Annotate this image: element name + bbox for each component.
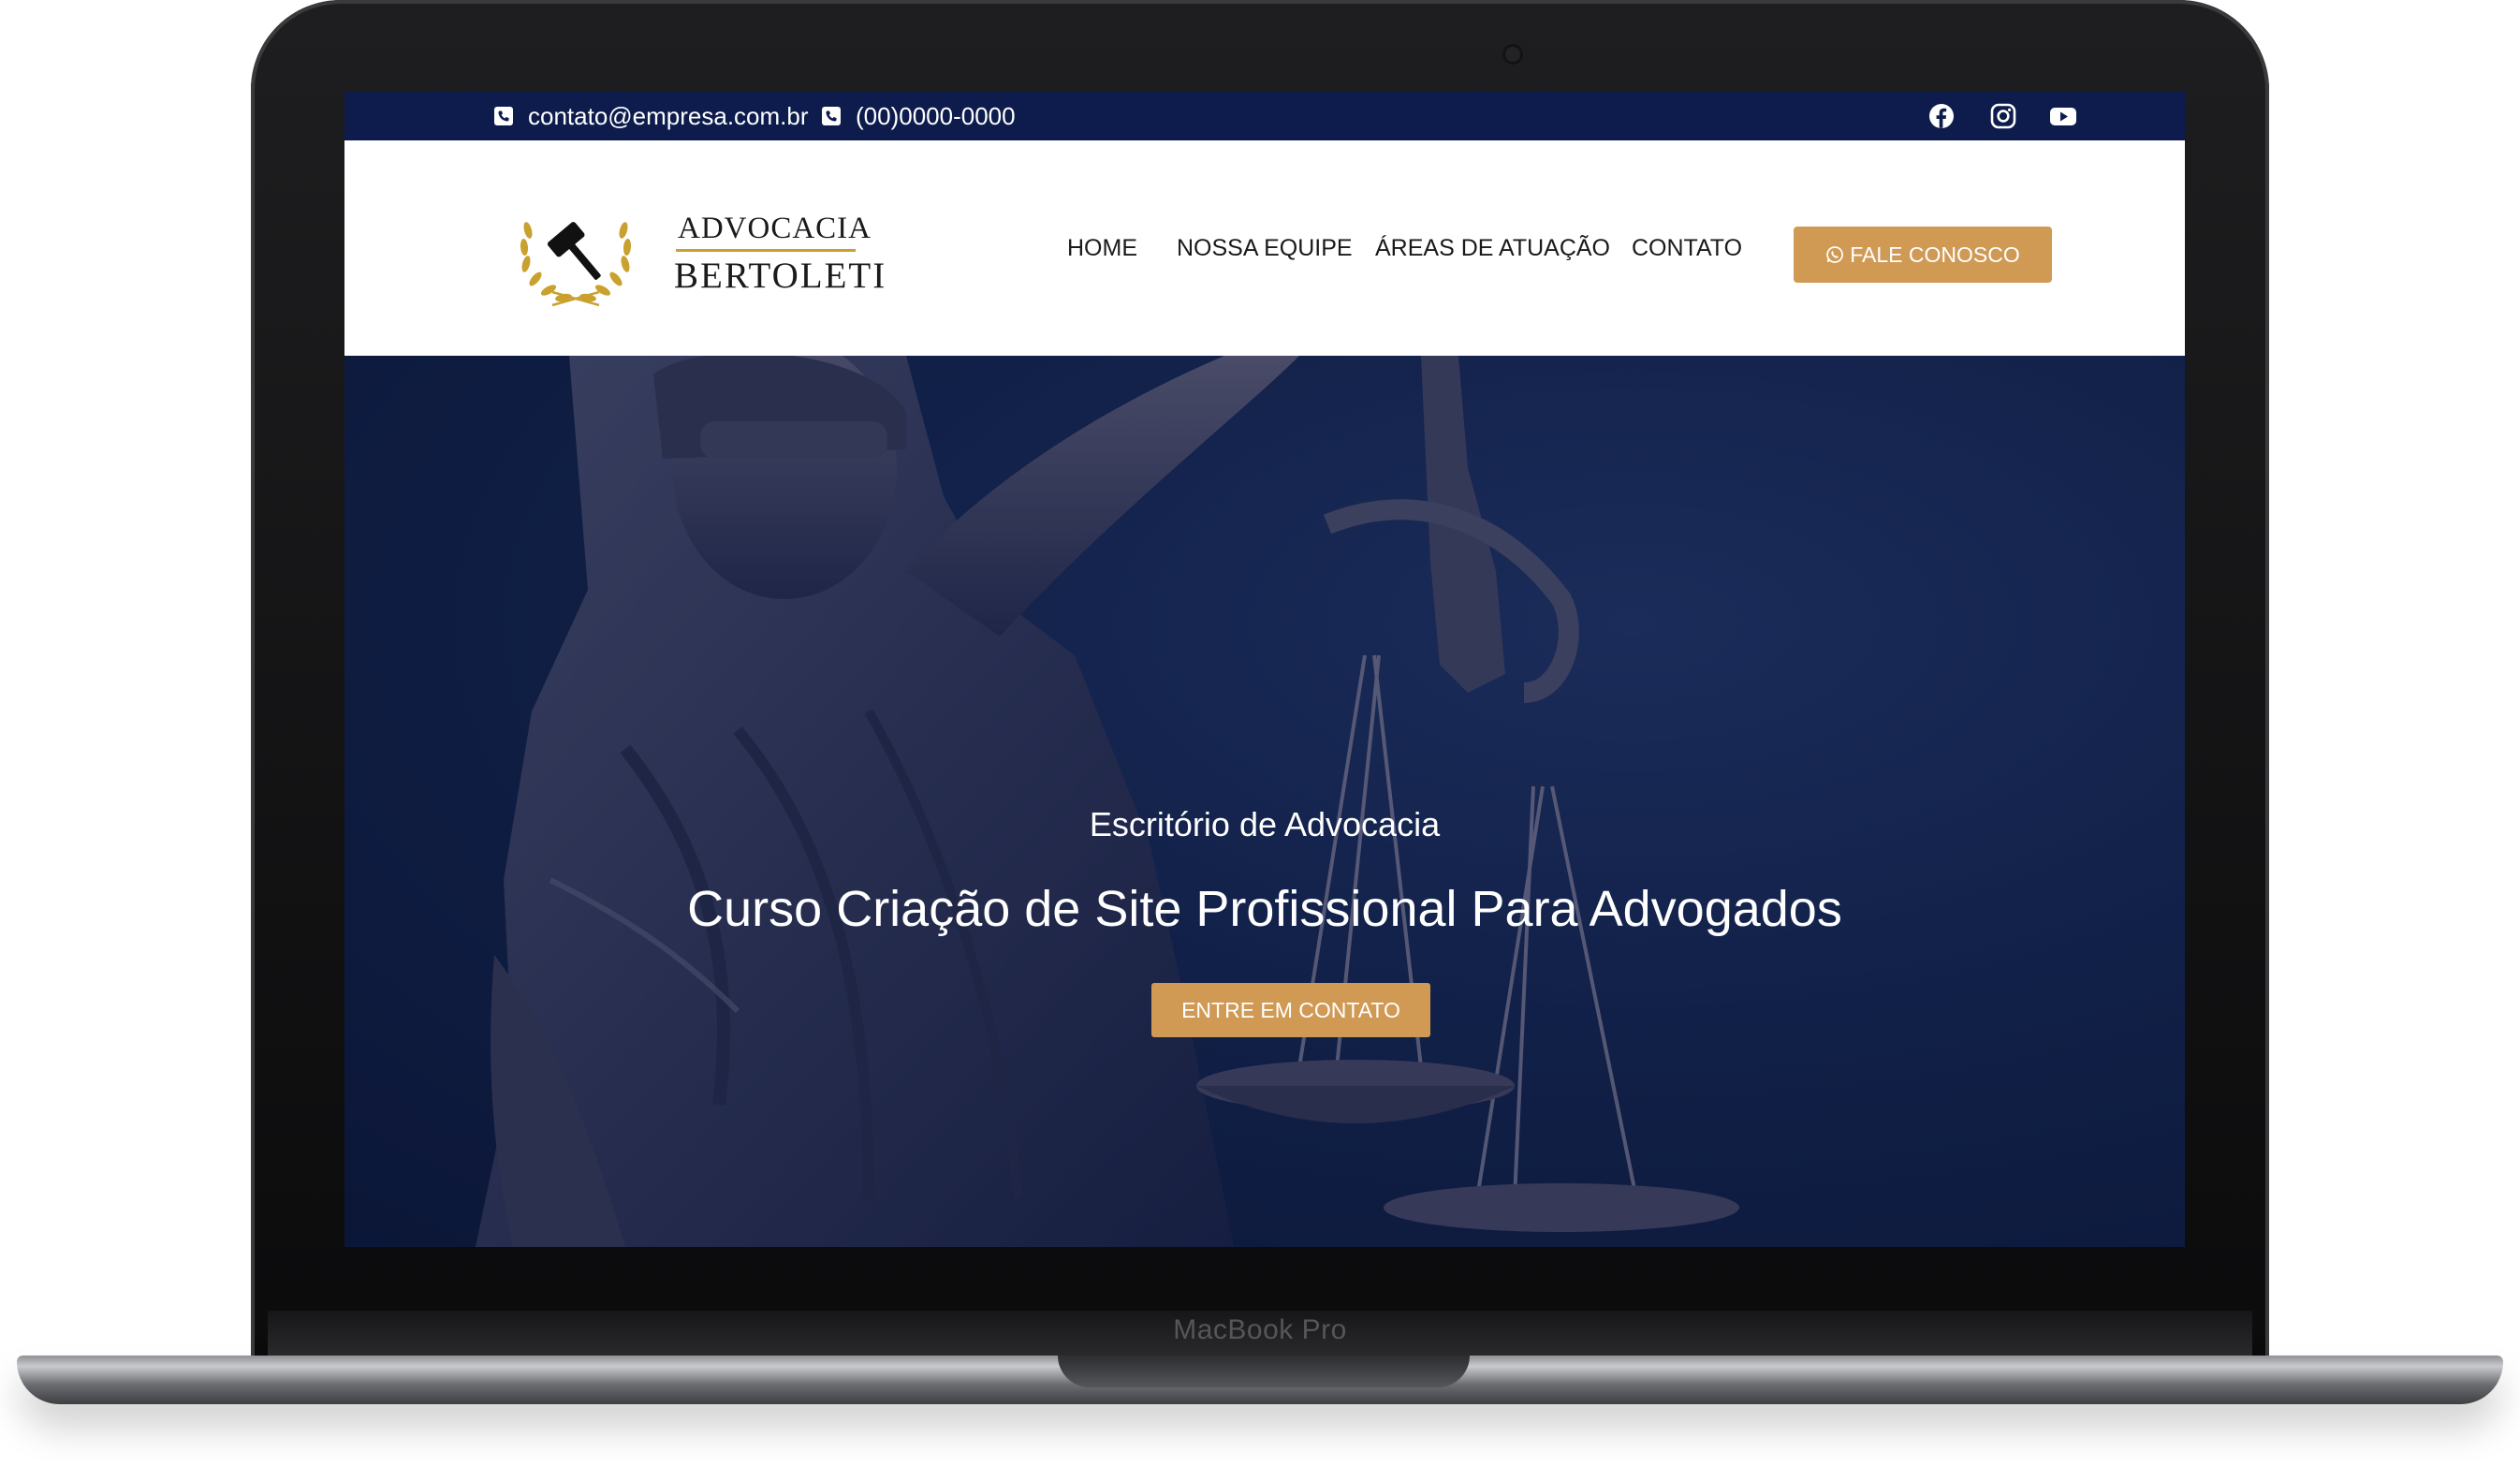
- phone-square-icon: [822, 107, 841, 125]
- fale-conosco-button[interactable]: FALE CONOSCO: [1794, 227, 2052, 283]
- fale-conosco-label: FALE CONOSCO: [1850, 242, 2020, 267]
- facebook-icon: [1929, 104, 1954, 128]
- whatsapp-icon: [1826, 246, 1844, 263]
- screen: contato@empresa.com.br (00)0000-0000 ADV…: [344, 92, 2185, 1247]
- site-header: ADVOCACIA BERTOLETI HOME NOSSA EQUIPE ÁR…: [344, 140, 2185, 356]
- hero-overlay: [344, 356, 2185, 1247]
- youtube-link[interactable]: [2048, 92, 2078, 140]
- phone-contact[interactable]: (00)0000-0000: [822, 92, 1016, 140]
- laptop-notch: [1058, 1356, 1470, 1387]
- instagram-link[interactable]: [1990, 92, 2016, 140]
- nav-item-contato[interactable]: CONTATO: [1632, 235, 1742, 262]
- phone-square-icon: [494, 107, 513, 125]
- device-brand-label: MacBook Pro: [1173, 1314, 1347, 1345]
- email-text: contato@empresa.com.br: [528, 101, 809, 130]
- email-contact[interactable]: contato@empresa.com.br: [494, 92, 809, 140]
- hero-subtitle: Escritório de Advocacia: [1089, 805, 1441, 843]
- instagram-icon: [1990, 103, 2016, 129]
- entre-em-contato-button[interactable]: ENTRE EM CONTATO: [1151, 983, 1430, 1037]
- hero-section: Escritório de Advocacia Curso Criação de…: [344, 356, 2185, 1247]
- phone-text: (00)0000-0000: [856, 101, 1016, 130]
- nav-item-areas-de-atuacao[interactable]: ÁREAS DE ATUAÇÃO: [1375, 235, 1610, 262]
- nav-item-home[interactable]: HOME: [1067, 235, 1137, 262]
- nav-item-nossa-equipe[interactable]: NOSSA EQUIPE: [1177, 235, 1353, 262]
- top-bar: contato@empresa.com.br (00)0000-0000: [344, 92, 2185, 140]
- camera-icon: [1505, 47, 1520, 62]
- facebook-link[interactable]: [1928, 92, 1955, 140]
- hero-title: Curso Criação de Site Profissional Para …: [687, 881, 1842, 937]
- youtube-icon: [2050, 108, 2076, 125]
